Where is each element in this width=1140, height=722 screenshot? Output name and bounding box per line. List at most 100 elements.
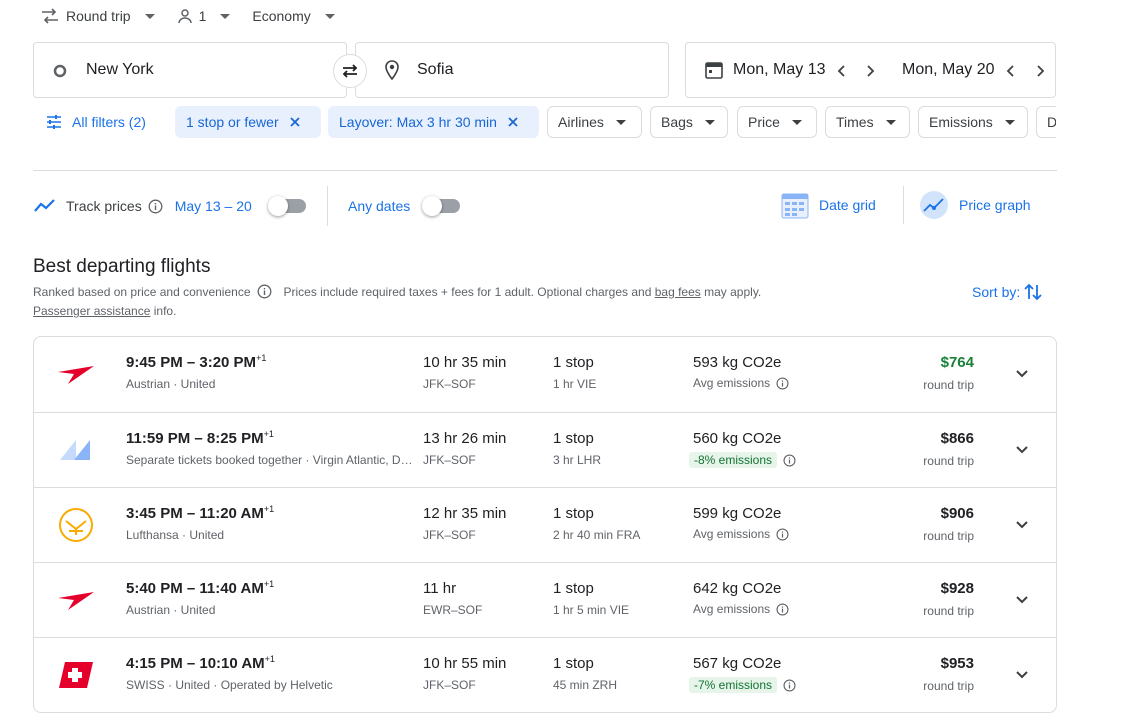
track-range: May 13 – 20 <box>174 198 252 214</box>
track-prices-label: Track prices <box>66 198 142 214</box>
info-icon[interactable] <box>776 527 789 541</box>
info-icon[interactable] <box>783 453 796 467</box>
info-text: info. <box>153 304 177 318</box>
price-graph-icon <box>919 190 949 220</box>
close-icon[interactable] <box>507 116 519 128</box>
flight-duration: 13 hr 26 min <box>423 430 507 447</box>
chip-price[interactable]: Price <box>737 106 817 138</box>
chevron-down-icon <box>324 13 335 19</box>
chevron-down-icon[interactable] <box>1014 591 1030 607</box>
austrian-logo-icon <box>56 582 96 618</box>
divider <box>33 170 1057 171</box>
chevron-left-icon[interactable] <box>836 64 848 78</box>
location-pin-icon <box>384 60 400 80</box>
chevron-down-icon[interactable] <box>1014 441 1030 457</box>
info-icon[interactable] <box>148 199 163 214</box>
chip-emissions[interactable]: Emissions <box>918 106 1028 138</box>
any-dates-toggle[interactable] <box>422 196 461 216</box>
divider <box>327 186 328 226</box>
layover-info: 1 hr VIE <box>553 377 597 391</box>
chevron-down-icon[interactable] <box>1014 666 1030 682</box>
price-type: round trip <box>923 378 974 392</box>
flight-times: 11:59 PM – 8:25 PM+1 <box>126 429 274 447</box>
return-date-field[interactable]: Mon, May 20 <box>887 43 1055 97</box>
passengers-count: 1 <box>198 8 207 24</box>
flight-row[interactable]: 3:45 PM – 11:20 AM+1 Lufthansa · United … <box>34 487 1056 562</box>
chevron-down-icon <box>220 13 231 19</box>
price-graph-button[interactable]: Price graph <box>919 190 1031 220</box>
flight-times: 5:40 PM – 11:40 AM+1 <box>126 579 275 597</box>
flight-times: 4:15 PM – 10:10 AM+1 <box>126 654 275 672</box>
airline-name: Austrian · United <box>126 603 216 617</box>
swiss-logo-icon <box>56 657 96 693</box>
info-icon[interactable] <box>776 376 789 390</box>
flight-price: $866 <box>940 430 974 447</box>
flight-route: JFK–SOF <box>423 453 476 467</box>
chip-bags[interactable]: Bags <box>650 106 728 138</box>
flight-stops: 1 stop <box>553 655 594 672</box>
destination-field[interactable]: Sofia <box>355 42 669 98</box>
any-dates-label: Any dates <box>348 198 411 214</box>
layover-info: 45 min ZRH <box>553 678 618 692</box>
chevron-down-icon[interactable] <box>1014 365 1030 381</box>
airline-name: Austrian · United <box>126 377 216 391</box>
track-prices: Track prices May 13 – 20 <box>34 196 306 216</box>
chip-duration-label: D <box>1047 114 1056 130</box>
info-icon[interactable] <box>776 602 789 616</box>
depart-date-field[interactable]: Mon, May 13 <box>686 43 886 97</box>
track-prices-toggle[interactable] <box>267 196 306 216</box>
sort-by-button[interactable]: Sort by: <box>972 282 1042 302</box>
flight-duration: 10 hr 35 min <box>423 354 507 371</box>
cabin-select[interactable]: Economy <box>252 8 335 24</box>
chevron-right-icon[interactable] <box>1034 64 1046 78</box>
chip-layover[interactable]: Layover: Max 3 hr 30 min <box>328 106 539 138</box>
filter-chips: All filters (2) 1 stop or fewer Layover:… <box>34 106 1056 138</box>
chevron-right-icon[interactable] <box>864 64 876 78</box>
emissions-badge: -7% emissions <box>689 677 796 693</box>
layover-info: 1 hr 5 min VIE <box>553 603 630 617</box>
info-icon[interactable] <box>783 678 796 692</box>
chip-duration[interactable]: D <box>1036 106 1056 138</box>
flight-row[interactable]: 9:45 PM – 3:20 PM+1 Austrian · United 10… <box>34 337 1056 412</box>
passenger-assistance-link[interactable]: Passenger assistance <box>33 304 150 318</box>
trip-type-select[interactable]: Round trip <box>40 8 155 24</box>
flight-route: JFK–SOF <box>423 528 476 542</box>
sort-by-label: Sort by: <box>972 284 1021 300</box>
chip-airlines[interactable]: Airlines <box>547 106 642 138</box>
austrian-logo-icon <box>56 356 96 392</box>
co2-value: 567 kg CO2e <box>693 655 782 672</box>
emissions-label: Avg emissions <box>693 527 789 541</box>
prices-note: Prices include required taxes + fees for… <box>283 284 652 299</box>
bag-fees-link[interactable]: bag fees <box>655 285 701 299</box>
close-icon[interactable] <box>289 116 301 128</box>
flight-row[interactable]: 4:15 PM – 10:10 AM+1 SWISS · United · Op… <box>34 637 1056 712</box>
price-type: round trip <box>923 454 974 468</box>
origin-field[interactable]: New York <box>33 42 347 98</box>
flight-row[interactable]: 11:59 PM – 8:25 PM+1 Separate tickets bo… <box>34 412 1056 487</box>
sort-icon <box>1024 282 1042 302</box>
passengers-select[interactable]: 1 <box>177 8 231 24</box>
swap-locations-button[interactable] <box>333 54 367 88</box>
date-grid-button[interactable]: Date grid <box>781 190 876 220</box>
flight-duration: 11 hr <box>423 580 457 597</box>
chevron-left-icon[interactable] <box>1005 64 1017 78</box>
flight-price: $906 <box>940 505 974 522</box>
flight-duration: 12 hr 35 min <box>423 505 507 522</box>
chip-times[interactable]: Times <box>825 106 910 138</box>
co2-value: 593 kg CO2e <box>693 354 782 371</box>
trip-type-label: Round trip <box>66 8 131 24</box>
chevron-down-icon[interactable] <box>1014 516 1030 532</box>
all-filters-button[interactable]: All filters (2) <box>42 106 150 138</box>
emissions-label: Avg emissions <box>693 602 789 616</box>
swap-arrows-icon <box>40 8 60 24</box>
date-grid-icon <box>781 191 809 219</box>
flight-row[interactable]: 5:40 PM – 11:40 AM+1 Austrian · United 1… <box>34 562 1056 637</box>
chevron-down-icon <box>144 13 155 19</box>
airline-name: Lufthansa · United <box>126 528 225 542</box>
flight-route: JFK–SOF <box>423 377 476 391</box>
airline-name: Separate tickets booked together · Virgi… <box>126 453 416 467</box>
chip-stops-label: 1 stop or fewer <box>186 114 279 130</box>
chip-stops[interactable]: 1 stop or fewer <box>175 106 321 138</box>
info-icon[interactable] <box>257 284 272 299</box>
co2-value: 642 kg CO2e <box>693 580 782 597</box>
